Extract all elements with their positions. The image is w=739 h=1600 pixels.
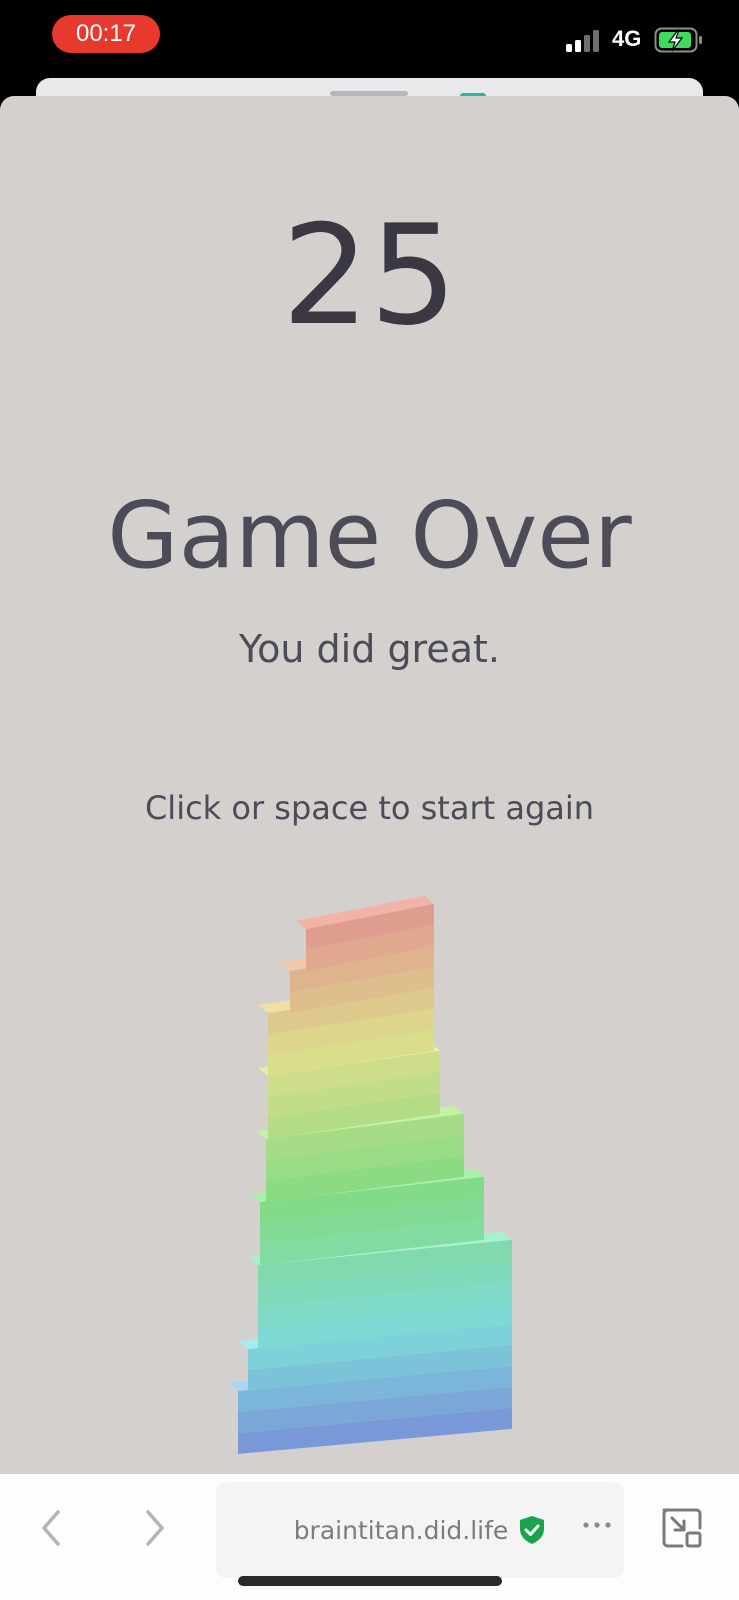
- game-over-subtitle: You did great.: [238, 627, 500, 671]
- battery-charging-icon: [654, 27, 702, 53]
- shield-check-icon: [520, 1516, 545, 1544]
- more-options-button[interactable]: [572, 1500, 622, 1550]
- chevron-right-icon: [146, 1510, 164, 1546]
- game-canvas[interactable]: 25 Game Over You did great. Click or spa…: [0, 96, 739, 1474]
- status-bar: 00:17 4G: [0, 0, 739, 80]
- address-bar[interactable]: braintitan.did.life: [216, 1482, 624, 1578]
- home-indicator: [238, 1576, 502, 1586]
- more-dots-icon: [583, 1522, 611, 1528]
- url-text: braintitan.did.life: [293, 1515, 509, 1545]
- screen-record-timer[interactable]: 00:17: [52, 15, 160, 53]
- game-over-title: Game Over: [107, 482, 632, 589]
- signal-icon: [566, 30, 599, 52]
- chevron-left-icon: [42, 1510, 60, 1546]
- restart-instruction[interactable]: Click or space to start again: [0, 786, 739, 830]
- back-button[interactable]: [22, 1498, 82, 1558]
- minimize-window-icon: [662, 1508, 702, 1548]
- forward-button[interactable]: [124, 1498, 184, 1558]
- minimize-button[interactable]: [660, 1506, 704, 1550]
- network-type: 4G: [612, 26, 642, 51]
- score-display: 25: [281, 195, 458, 356]
- timer-text: 00:17: [75, 20, 137, 47]
